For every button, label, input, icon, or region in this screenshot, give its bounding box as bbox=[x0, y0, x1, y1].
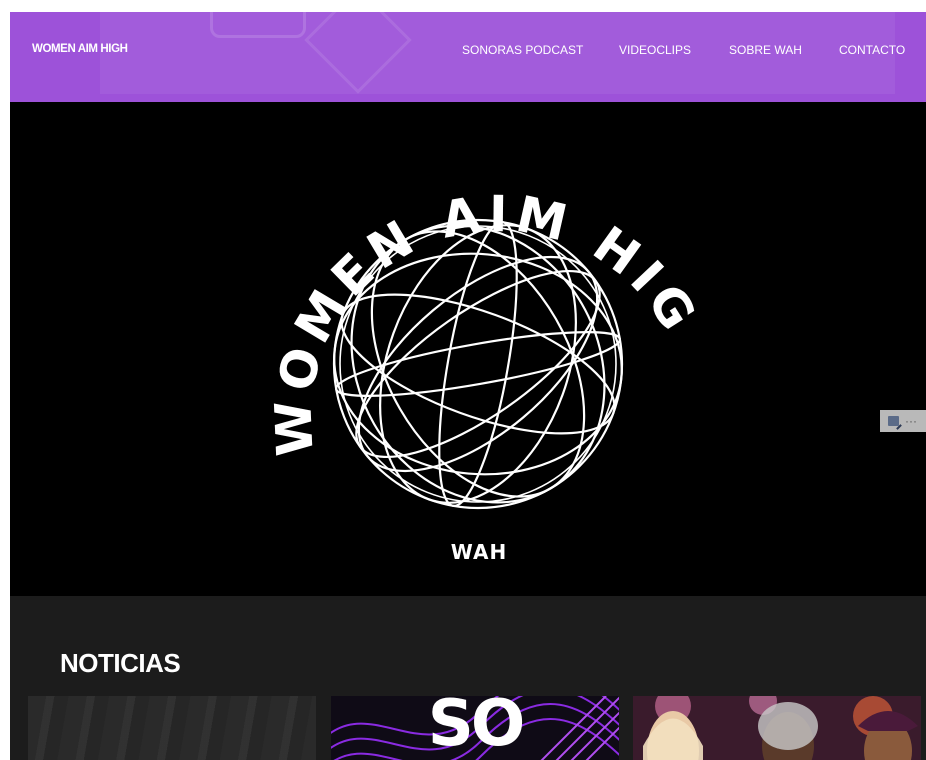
news-card-3[interactable] bbox=[633, 696, 921, 760]
nav-item-sobre-wah[interactable]: SOBRE WAH bbox=[729, 43, 802, 57]
news-section-title: NOTICIAS bbox=[60, 648, 181, 678]
news-card-2[interactable]: SO bbox=[331, 696, 619, 760]
ghost-shape bbox=[210, 12, 306, 38]
page: WOMEN AIM HIGH SONORAS PODCAST VIDEOCLIP… bbox=[10, 12, 926, 760]
more-icon[interactable]: ··· bbox=[905, 415, 917, 427]
wah-logo: WOMEN AIM HIGH bbox=[10, 102, 704, 510]
nav-item-sonoras-podcast[interactable]: SONORAS PODCAST bbox=[462, 43, 583, 57]
news-card-image-text: SO bbox=[427, 696, 526, 760]
edit-icon[interactable] bbox=[888, 416, 899, 426]
nav-item-videoclips[interactable]: VIDEOCLIPS bbox=[619, 43, 691, 57]
news-section: NOTICIAS SO bbox=[10, 596, 926, 760]
news-card-image bbox=[28, 696, 316, 760]
site-header: WOMEN AIM HIGH SONORAS PODCAST VIDEOCLIP… bbox=[10, 12, 926, 102]
logo-subtext: WAH bbox=[450, 540, 508, 564]
news-card-image bbox=[633, 696, 921, 760]
admin-toolbar-widget[interactable]: ··· bbox=[880, 410, 926, 432]
nav-item-contacto[interactable]: CONTACTO bbox=[839, 43, 905, 57]
main-nav: SONORAS PODCAST VIDEOCLIPS SOBRE WAH CON… bbox=[10, 43, 926, 59]
news-card-1[interactable] bbox=[28, 696, 316, 760]
hero-banner: WOMEN AIM HIGH WAH bbox=[10, 102, 926, 596]
